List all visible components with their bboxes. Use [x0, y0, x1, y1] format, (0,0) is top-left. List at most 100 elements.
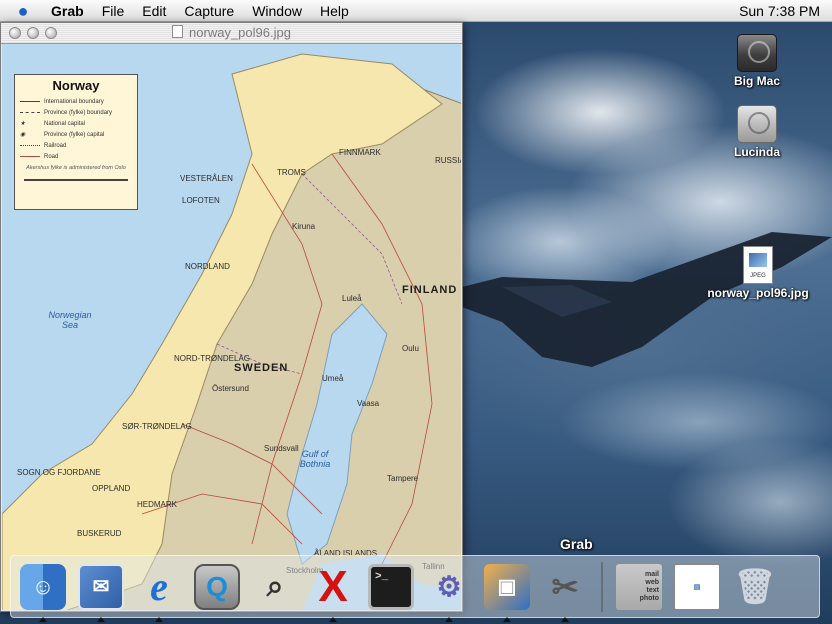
- dock-item-browser-window[interactable]: ▤: [669, 559, 725, 615]
- map-label-place: VESTERÅLEN: [180, 174, 233, 183]
- folder-line: text: [646, 586, 659, 594]
- desktop-icon-label: norway_pol96.jpg: [707, 286, 809, 300]
- desktop-icon-norway-jpg[interactable]: JPEG norway_pol96.jpg: [702, 246, 814, 300]
- hard-drive-icon: [737, 105, 777, 143]
- map-label-place: Luleå: [342, 294, 362, 303]
- map-label-norwegian-sea: Norwegian Sea: [48, 310, 92, 330]
- map-label-region: RUSSIA: [435, 156, 461, 165]
- map-label-finland: FINLAND: [402, 284, 458, 296]
- map-label-region: NORD-TRØNDELAG: [174, 354, 251, 363]
- grab-icon: ✂: [551, 568, 579, 605]
- menu-bar: ● Grab File Edit Capture Window Help Sun…: [0, 0, 832, 22]
- menu-capture[interactable]: Capture: [175, 0, 243, 22]
- legend-scale-bar: [24, 179, 128, 181]
- dock-item-network[interactable]: ⚙: [421, 559, 477, 622]
- map-label-place: LOFOTEN: [182, 196, 220, 205]
- legend-row: ★ National capital: [20, 120, 86, 128]
- menu-clock[interactable]: Sun 7:38 PM: [730, 0, 832, 22]
- dock-item-x[interactable]: X: [305, 559, 361, 622]
- running-indicator: [39, 616, 47, 622]
- running-indicator: [561, 616, 569, 622]
- map-label-region: NORDLAND: [185, 262, 230, 271]
- legend-row: International boundary: [20, 96, 132, 107]
- running-indicator: [155, 616, 163, 622]
- legend-title: Norway: [52, 78, 100, 93]
- dock-item-quicktime[interactable]: Q: [189, 559, 245, 615]
- running-indicator: [329, 616, 337, 622]
- desktop-icon-label: Big Mac: [733, 74, 780, 88]
- apple-menu-icon[interactable]: ●: [10, 0, 36, 22]
- menu-help[interactable]: Help: [311, 0, 358, 22]
- map-label-place: Kiruna: [292, 222, 316, 231]
- desktop-icon-lucinda[interactable]: Lucinda: [712, 105, 802, 159]
- legend-note: Akershus fylke is administered from Oslo: [26, 165, 126, 171]
- dock-divider: [601, 561, 603, 612]
- dock-item-sherlock[interactable]: ⌕: [247, 559, 303, 615]
- jpeg-file-icon: JPEG: [743, 246, 773, 284]
- legend-item: Province (fylke) boundary: [44, 109, 113, 116]
- map-label-region: SOGN OG FJORDANE: [17, 468, 101, 477]
- legend-item: Railroad: [44, 142, 67, 149]
- map-label-place: Umeå: [322, 374, 344, 383]
- jpeg-thumbnail: [749, 253, 767, 267]
- jpeg-badge: JPEG: [750, 273, 766, 279]
- dock-item-grab[interactable]: ✂: [537, 559, 593, 622]
- finder-icon: ☺: [20, 563, 66, 610]
- legend-item: Road: [44, 153, 59, 160]
- map-label-region: OPPLAND: [92, 484, 131, 493]
- image-window: norway_pol96.jpg FINLAND SWEDEN Norwegia…: [0, 22, 463, 612]
- running-indicator: [503, 616, 511, 622]
- legend-row: Railroad: [20, 140, 132, 151]
- menu-edit[interactable]: Edit: [133, 0, 175, 22]
- document-proxy-icon[interactable]: [172, 25, 184, 38]
- legend-item: International boundary: [44, 98, 104, 105]
- dock-item-trash[interactable]: 🗑: [727, 559, 783, 615]
- menu-app-name[interactable]: Grab: [42, 0, 93, 22]
- trash-icon: 🗑: [733, 567, 777, 606]
- network-icon: ⚙: [436, 571, 462, 602]
- map-label-region: TROMS: [277, 168, 306, 177]
- x-icon: X: [318, 561, 348, 611]
- quicktime-icon: Q: [194, 563, 240, 610]
- dock-item-folders[interactable]: mail web text photo: [611, 559, 667, 615]
- window-title-text: norway_pol96.jpg: [189, 25, 291, 40]
- iphoto-icon: ▣: [484, 563, 530, 610]
- internet-explorer-icon: e: [150, 564, 168, 609]
- desktop-icon-big-mac[interactable]: Big Mac: [712, 34, 802, 88]
- map-label-gulf-of-bothnia: Gulf of Bothnia: [299, 449, 331, 469]
- legend-row: Road: [20, 151, 132, 162]
- folder-stack-icon: mail web text photo: [616, 563, 662, 610]
- map-label-place: Vaasa: [357, 399, 380, 408]
- folder-line: web: [645, 578, 659, 586]
- window-titlebar[interactable]: norway_pol96.jpg: [1, 23, 462, 44]
- dock-item-finder[interactable]: ☺: [15, 559, 71, 622]
- map-label-region: SØR-TRØNDELAG: [122, 422, 192, 431]
- dock-item-mail[interactable]: ✉: [73, 559, 129, 622]
- desktop-icon-label: Lucinda: [733, 145, 780, 159]
- map-label-region: FINNMARK: [339, 148, 381, 157]
- map-label-place: Östersund: [212, 384, 249, 393]
- dock-item-terminal[interactable]: >_: [363, 559, 419, 615]
- dock-item-internet-explorer[interactable]: e: [131, 559, 187, 622]
- menu-window[interactable]: Window: [243, 0, 311, 22]
- dock: ☺ ✉ e Q ⌕ X >_ ⚙ ▣ ✂ mail web text photo…: [10, 555, 820, 622]
- folder-line: mail: [644, 570, 659, 578]
- terminal-icon: >_: [368, 563, 414, 610]
- legend-row: ◉ Province (fylke) capital: [20, 131, 105, 139]
- map-label-place: Tampere: [387, 474, 419, 483]
- hard-drive-icon: [737, 34, 777, 72]
- map-label-place: Oulu: [402, 344, 419, 353]
- menu-file[interactable]: File: [93, 0, 134, 22]
- map-label-region: BUSKERUD: [77, 529, 122, 538]
- map-legend: Norway International boundary Province (…: [14, 74, 138, 210]
- folder-line: photo: [639, 594, 659, 602]
- legend-item: Province (fylke) capital: [44, 131, 105, 138]
- running-indicator: [445, 616, 453, 622]
- dock-item-iphoto[interactable]: ▣: [479, 559, 535, 622]
- sherlock-icon: ⌕: [266, 569, 284, 603]
- map-label-sweden: SWEDEN: [234, 362, 289, 374]
- map-label-place: Sundsvall: [264, 444, 299, 453]
- legend-row: Province (fylke) boundary: [20, 107, 132, 118]
- browser-window-icon: ▤: [674, 563, 720, 610]
- map-label-region: HEDMARK: [137, 500, 178, 509]
